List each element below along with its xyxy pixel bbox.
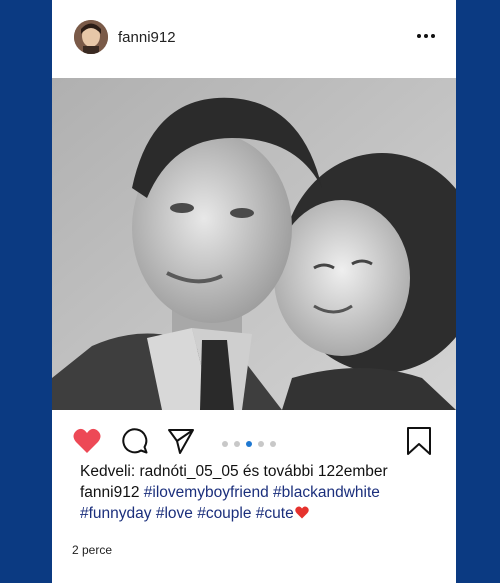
post-caption: Kedveli: radnóti_05_05 és további 122emb… (80, 461, 440, 524)
comment-icon[interactable] (120, 426, 150, 456)
hashtags-line-2[interactable]: #funnyday #love #couple #cute (80, 505, 294, 522)
post-photo[interactable] (52, 78, 456, 410)
profile-avatar[interactable] (74, 20, 108, 54)
caption-username[interactable]: fanni912 (80, 484, 139, 501)
carousel-dot (234, 441, 240, 447)
post-header: fanni912 (52, 0, 456, 78)
bookmark-icon[interactable] (404, 426, 434, 456)
hashtags-line-1[interactable]: #ilovemyboyfriend #blackandwhite (144, 484, 380, 501)
send-icon[interactable] (166, 426, 196, 456)
more-dots-icon[interactable] (416, 28, 436, 44)
instagram-post-card: fanni912 Kedveli: radnóti_05_05 és továb… (52, 0, 456, 583)
carousel-indicator (222, 441, 286, 447)
post-actions-bar (52, 410, 456, 464)
carousel-dot (258, 441, 264, 447)
red-heart-icon (294, 505, 310, 522)
carousel-dot (222, 441, 228, 447)
username[interactable]: fanni912 (118, 29, 176, 46)
post-timestamp: 2 perce (72, 543, 113, 557)
likes-text[interactable]: Kedveli: radnóti_05_05 és további 122emb… (80, 461, 440, 482)
heart-icon[interactable] (72, 426, 102, 456)
carousel-dot-active (246, 441, 252, 447)
carousel-dot (270, 441, 276, 447)
